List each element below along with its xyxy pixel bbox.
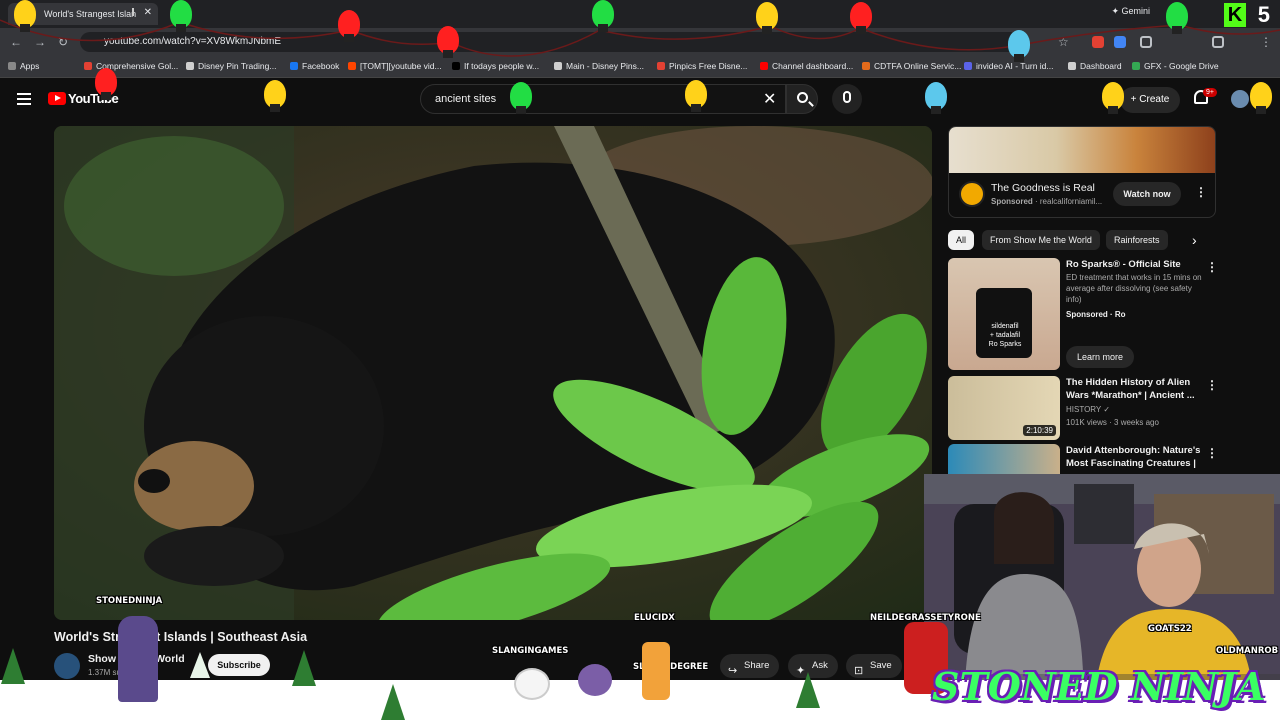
light-bulb-icon — [850, 2, 872, 34]
light-bulb-icon — [437, 26, 459, 58]
video-duration: 2:10:39 — [1023, 425, 1056, 436]
chip-from-channel[interactable]: From Show Me the World — [982, 230, 1100, 250]
rec-channel: HISTORY ✓ — [1066, 405, 1111, 414]
light-bulb-icon — [170, 0, 192, 32]
light-bulb-icon — [338, 10, 360, 42]
light-bulb-icon — [1166, 2, 1188, 34]
rec-description: ED treatment that works in 15 mins on av… — [1066, 273, 1202, 304]
rec-channel-name: HISTORY — [1066, 405, 1102, 414]
light-bulb-icon — [685, 80, 707, 112]
pine-tree-decoration — [381, 684, 405, 720]
rec-title: David Attenborough: Nature's Most Fascin… — [1066, 445, 1201, 474]
creature-sprite-icon — [578, 664, 612, 696]
video-player[interactable] — [54, 126, 932, 620]
save-label: Save — [870, 660, 892, 671]
learn-more-button[interactable]: Learn more — [1066, 346, 1134, 368]
light-bulb-icon — [510, 82, 532, 114]
create-button[interactable]: + Create — [1120, 87, 1180, 113]
ask-label: Ask — [812, 660, 828, 671]
recommendation-item[interactable]: sildenafil + tadalafil Ro Sparks Ro Spar… — [948, 258, 1218, 370]
viewer-name-label: ELUCIDX — [634, 613, 675, 623]
viewer-name-label: OLDMANROB — [1216, 646, 1279, 656]
video-thumbnail — [948, 444, 1060, 474]
spartan-sprite-icon — [118, 616, 158, 702]
rec-title: The Hidden History of Alien Wars *Marath… — [1066, 377, 1195, 401]
create-label: Create — [1139, 94, 1170, 105]
screen: { "browser": { "tab_title": "World's Str… — [0, 0, 1280, 720]
more-options-icon[interactable]: ⋮ — [1195, 185, 1207, 199]
light-bulb-icon — [1008, 30, 1030, 62]
chip-rainforests[interactable]: Rainforests — [1106, 230, 1168, 250]
chip-all[interactable]: All — [948, 230, 975, 250]
subscribe-button[interactable]: Subscribe — [208, 654, 270, 676]
more-options-icon[interactable]: ⋮ — [1206, 260, 1218, 274]
light-bulb-icon — [95, 68, 117, 100]
search-input[interactable]: ancient sites — [420, 84, 786, 114]
account-avatar[interactable] — [1231, 90, 1249, 108]
rec-sponsored: Sponsored · Ro — [1066, 310, 1126, 319]
pine-tree-decoration — [796, 672, 820, 708]
notification-badge: 9+ — [1203, 88, 1217, 97]
watch-now-button[interactable]: Watch now — [1113, 182, 1181, 206]
stoned-ninja-brand-text: STONED NINJA — [932, 664, 1266, 709]
clear-search-icon[interactable]: ✕ — [763, 89, 776, 109]
ad-title: The Goodness is Real — [991, 182, 1095, 194]
video-frame — [54, 126, 932, 620]
pine-tree-decoration — [292, 650, 316, 686]
viewer-name-label: GOATS22 — [1148, 624, 1192, 634]
chevron-right-icon[interactable]: › — [1192, 232, 1197, 248]
ad-banner-image — [949, 127, 1215, 173]
goat-sprite-icon — [514, 668, 550, 700]
light-bulb-icon — [592, 0, 614, 32]
thumbnail-text-line: sildenafil — [991, 323, 1019, 330]
light-bulb-icon — [264, 80, 286, 112]
snowy-tree-decoration — [190, 652, 210, 678]
rec-title: Ro Sparks® - Official Site — [1066, 259, 1181, 270]
more-options-icon[interactable]: ⋮ — [1206, 446, 1216, 460]
channel-avatar[interactable] — [54, 653, 80, 679]
mic-icon — [843, 91, 851, 103]
viewer-name-label: SLANGINGAMES — [492, 646, 569, 656]
thumbnail-text-line: + tadalafil — [989, 332, 1021, 339]
share-button[interactable]: ↪ Share — [720, 654, 780, 678]
advertiser-logo — [959, 181, 985, 207]
rec-meta: 101K views · 3 weeks ago — [1066, 418, 1159, 427]
light-bulb-icon — [1102, 82, 1124, 114]
ad-subtitle: Sponsored · realcaliforniamil... — [991, 197, 1103, 206]
recommendation-item[interactable]: 2:10:39 The Hidden History of Alien Wars… — [948, 376, 1218, 440]
voice-search-button[interactable] — [832, 84, 862, 114]
pine-tree-decoration — [1, 648, 25, 684]
ro-sparks-thumbnail: sildenafil + tadalafil Ro Sparks — [948, 258, 1060, 370]
search-icon — [797, 92, 808, 103]
youtube-header: YouTube ancient sites ✕ + Create 9+ — [0, 78, 1280, 122]
light-bulb-icon — [756, 2, 778, 34]
hamburger-menu-icon[interactable] — [17, 93, 31, 105]
thumbnail-text: sildenafil + tadalafil Ro Sparks — [980, 322, 1030, 349]
light-bulb-icon — [925, 82, 947, 114]
light-bulb-icon — [14, 0, 36, 32]
mario-sprite-icon — [642, 642, 670, 700]
search-button[interactable] — [786, 84, 818, 114]
viewer-name-label: STONEDNINJA — [96, 596, 163, 606]
video-title: World's Strangest Islands | Southeast As… — [54, 630, 308, 644]
ad-advertiser: realcaliforniamil... — [1039, 197, 1103, 206]
video-thumbnail: 2:10:39 — [948, 376, 1060, 440]
ad-sponsored-label: Sponsored — [991, 197, 1033, 206]
share-label: Share — [744, 660, 770, 671]
more-options-icon[interactable]: ⋮ — [1206, 378, 1218, 392]
thumbnail-text-line: Ro Sparks — [988, 341, 1022, 348]
light-bulb-icon — [1250, 82, 1272, 114]
christmas-lights-wire — [0, 19, 1280, 57]
save-button[interactable]: ⊡ Save — [846, 654, 902, 678]
youtube-logo-icon[interactable] — [48, 92, 66, 105]
recommendation-item[interactable]: David Attenborough: Nature's Most Fascin… — [948, 444, 1216, 474]
sponsored-ad-card[interactable]: The Goodness is Real Sponsored · realcal… — [948, 126, 1216, 218]
